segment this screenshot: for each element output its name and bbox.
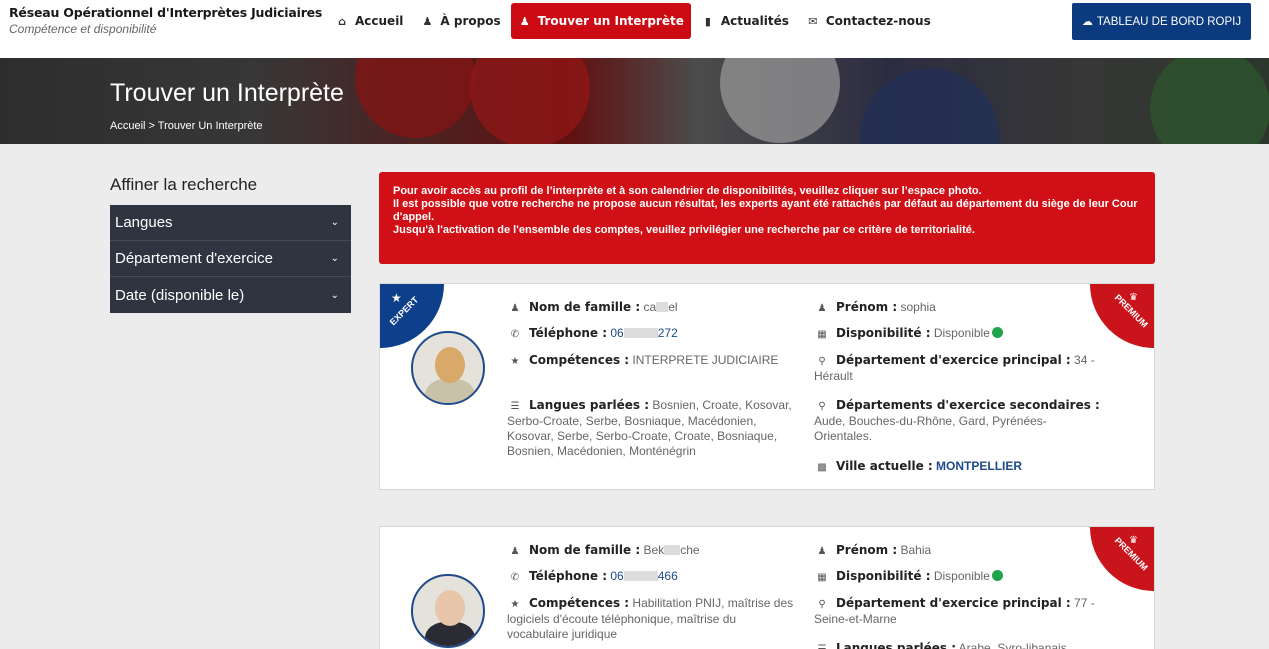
field-departements-secondaires: ⚲ Départements d'exercice secondaires : A… (814, 398, 1100, 443)
filter-label: Département d'exercice (115, 250, 273, 267)
field-prenom: ♟ Prénom : sophia (814, 300, 1104, 316)
trophy-icon: ♛ (1129, 292, 1138, 303)
nav-item-trouver-interprete[interactable]: ♟ Trouver un Interprète (510, 3, 691, 39)
info-alert: Pour avoir accès au profil de l’interprè… (379, 172, 1155, 264)
field-langues: ☰Langues parlées : Arabe, Syro-libanais (814, 641, 1104, 649)
page-title: Trouver un Interprète (110, 79, 344, 107)
map-marker-icon: ⚲ (818, 356, 826, 367)
nav-label: Trouver un Interprète (537, 14, 684, 28)
field-competences: ★ Compétences : INTERPRETE JUDICIAIRE (507, 353, 797, 369)
nav-item-a-propos[interactable]: ♟ À propos (413, 3, 507, 39)
chevron-down-icon: ⌄ (330, 253, 339, 264)
user-icon: ♟ (817, 546, 827, 557)
field-prenom: ♟ Prénom : Bahia (814, 543, 1104, 559)
user-icon: ♟ (817, 303, 827, 314)
nav-label: Actualités (720, 14, 789, 28)
main-nav: ⌂ Accueil ♟ À propos ♟ Trouver un Interp… (328, 3, 941, 39)
language-icon: ☰ (510, 401, 520, 412)
star-icon: ★ (510, 599, 520, 610)
filter-departement[interactable]: Département d'exercice ⌄ (110, 241, 351, 277)
brand[interactable]: Réseau Opérationnel d'Interprètes Judici… (9, 5, 322, 36)
field-telephone: ✆ Téléphone : 06 466 (507, 569, 797, 585)
user-icon: ♟ (510, 303, 520, 314)
nav-label: À propos (440, 14, 501, 28)
filter-langues[interactable]: Langues ⌄ (110, 205, 351, 241)
interpreter-card: ♛ PREMIUM ♟ Nom de famille : Bek che ✆ Télé… (379, 526, 1155, 649)
field-nom: ♟ Nom de famille : ca el (507, 300, 797, 316)
alert-line: Pour avoir accès au profil de l’interprè… (393, 185, 982, 197)
avatar[interactable] (411, 574, 485, 648)
user-icon: ♟ (519, 14, 530, 28)
filter-label: Langues (115, 214, 173, 231)
dashboard-label: TABLEAU DE BORD ROPIJ (1096, 15, 1242, 28)
avatar[interactable] (411, 331, 485, 405)
nav-label: Contactez-nous (825, 14, 931, 28)
field-langues: ☰ Langues parlées : Bosnien, Croate, Koso… (507, 398, 792, 458)
nav-item-contact[interactable]: ✉ Contactez-nous (799, 3, 938, 39)
trophy-icon: ♛ (1129, 535, 1138, 546)
star-icon: ★ (510, 356, 520, 367)
language-icon: ☰ (814, 642, 830, 649)
map-marker-icon: ⚲ (818, 599, 826, 610)
phone-icon: ✆ (510, 572, 520, 583)
field-nom: ♟ Nom de famille : Bek che (507, 543, 797, 559)
nav-item-actualites[interactable]: ▮ Actualités (694, 3, 796, 39)
interpreter-card: ★ EXPERT ♛ PREMIUM ♟ Nom de famille : ca e… (379, 283, 1155, 490)
dashboard-button[interactable]: ☁ TABLEAU DE BORD ROPIJ (1072, 3, 1251, 40)
filter-label: Date (disponible le) (115, 286, 245, 304)
field-disponibilite: ▦ Disponibilité : Disponible (814, 326, 1104, 342)
home-icon: ⌂ (338, 14, 346, 28)
alert-line: Jusqu'à l'activation de l'ensemble des c… (393, 224, 975, 236)
brand-subtitle: Compétence et disponibilité (9, 22, 157, 36)
field-telephone: ✆ Téléphone : 06 272 (507, 326, 797, 342)
filter-date[interactable]: Date (disponible le) ⌄ (110, 277, 351, 313)
chevron-down-icon: ⌄ (330, 217, 339, 228)
envelope-icon: ✉ (808, 14, 818, 28)
user-icon: ♟ (510, 546, 520, 557)
page-banner: Trouver un Interprète Accueil > Trouver … (0, 58, 1269, 144)
building-icon: ▩ (817, 462, 827, 473)
sidebar-title: Affiner la recherche (110, 175, 258, 194)
field-ville: ▩ Ville actuelle : MONTPELLIER (814, 459, 1104, 475)
map-marker-icon: ⚲ (818, 401, 826, 412)
cloud-icon: ☁ (1081, 16, 1093, 28)
top-header: Réseau Opérationnel d'Interprètes Judici… (0, 0, 1269, 58)
calendar-icon: ▦ (817, 572, 827, 583)
status-dot (991, 327, 1003, 338)
brand-title[interactable]: Réseau Opérationnel d'Interprètes Judici… (9, 5, 322, 20)
alert-line: Il est possible que votre recherche ne p… (393, 198, 1138, 223)
nav-item-accueil[interactable]: ⌂ Accueil (328, 3, 410, 39)
field-competences: ★ Compétences : Habilitation PNIJ, maîtri… (507, 596, 794, 641)
breadcrumb[interactable]: Accueil > Trouver Un Interprète (110, 120, 263, 132)
calendar-icon: ▦ (817, 329, 827, 340)
chevron-down-icon: ⌄ (330, 289, 339, 301)
status-dot (991, 570, 1003, 581)
book-icon: ▮ (704, 14, 711, 28)
nav-label: Accueil (355, 14, 404, 28)
star-icon: ★ (391, 291, 402, 305)
field-disponibilite: ▦ Disponibilité : Disponible (814, 569, 1104, 585)
field-departement: ⚲ Département d'exercice principal : 34 -… (814, 353, 1095, 383)
field-departement: ⚲ Département d'exercice principal : 77 -… (814, 596, 1095, 626)
users-icon: ♟ (422, 14, 433, 28)
phone-icon: ✆ (510, 329, 520, 340)
